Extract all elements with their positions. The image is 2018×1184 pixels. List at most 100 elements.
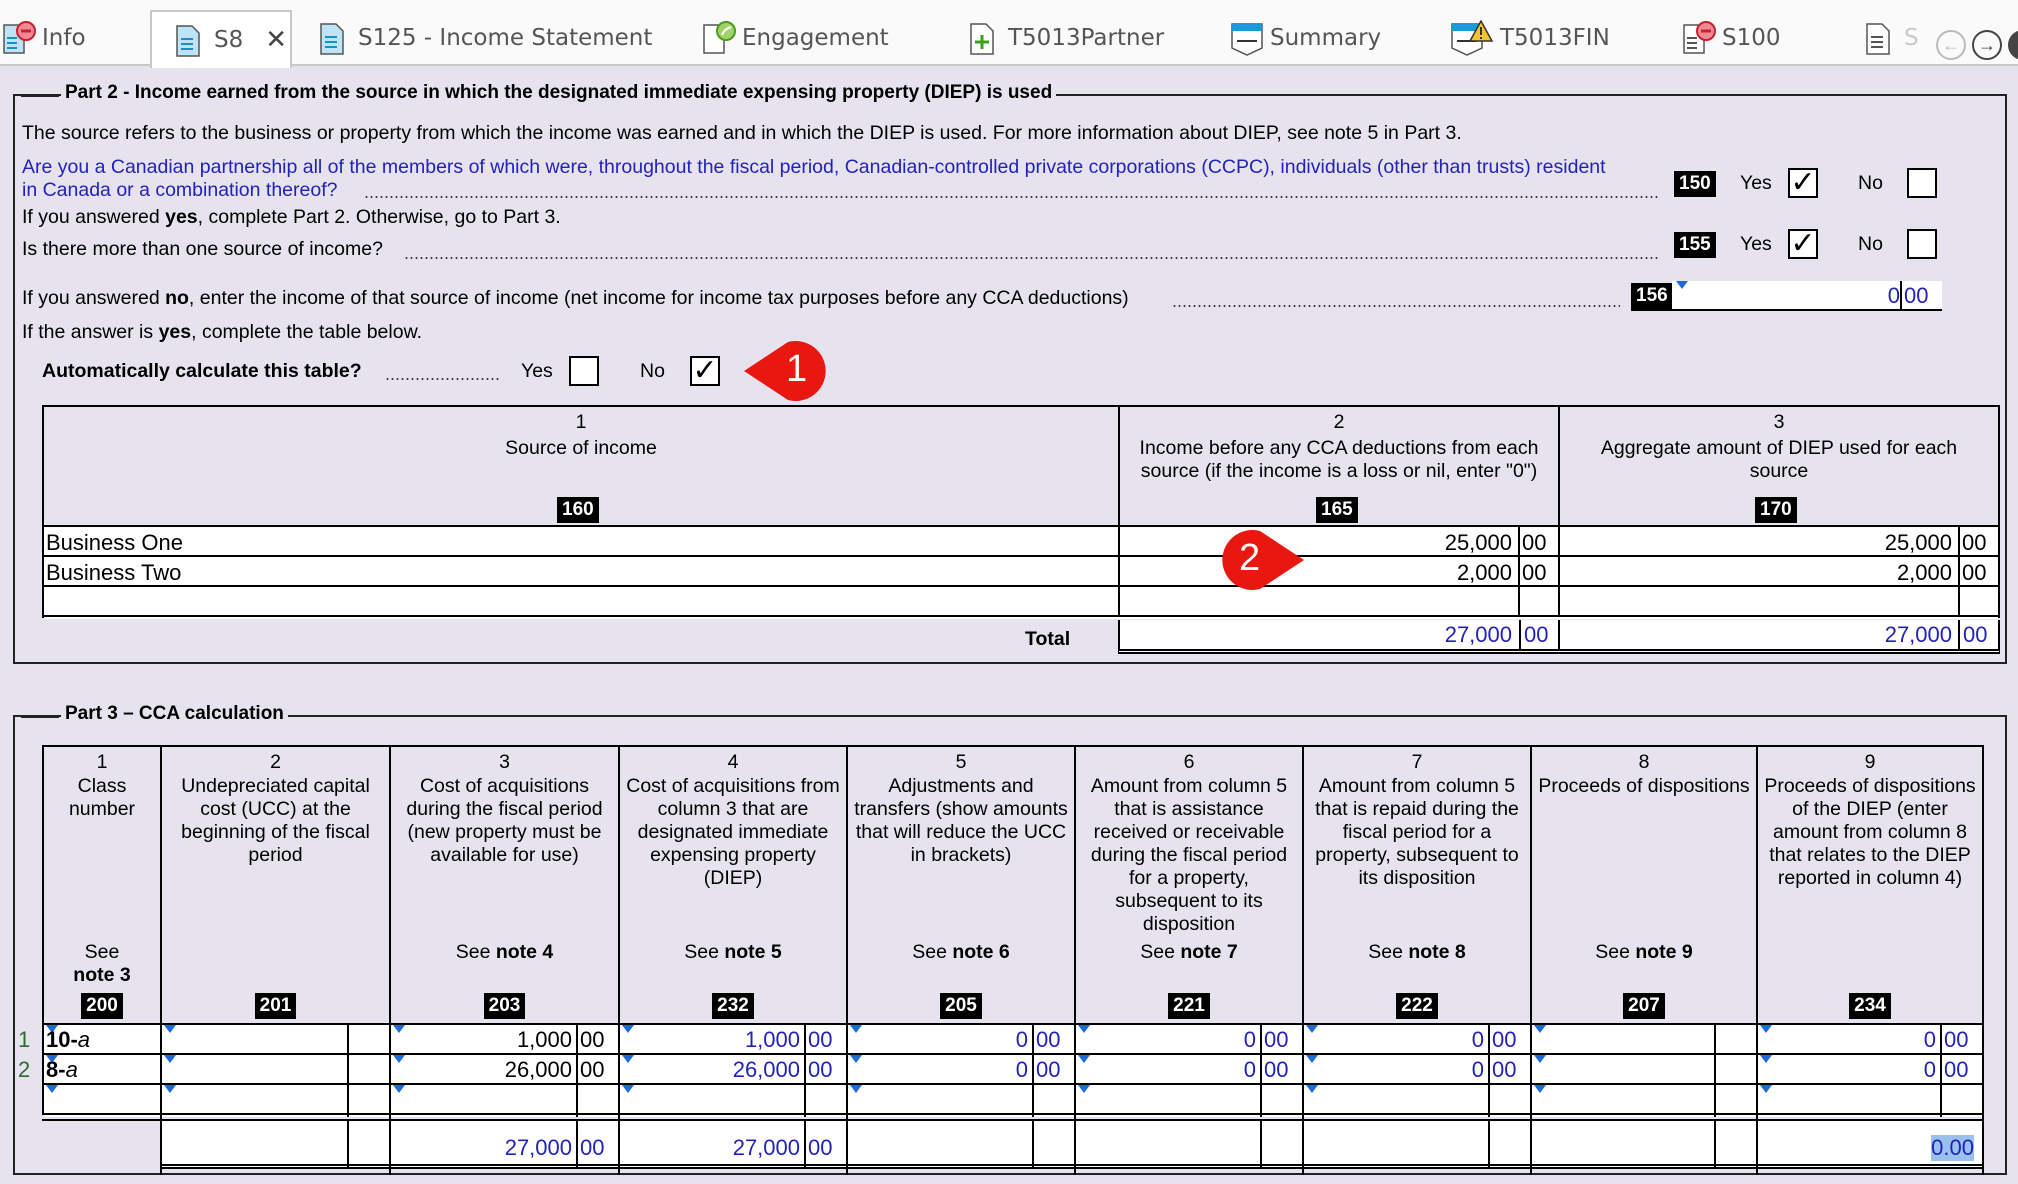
source-name-input[interactable]: Business One xyxy=(46,530,183,556)
cca-cell-col9[interactable]: 0 00 xyxy=(1758,1055,1982,1083)
tab-label: S xyxy=(1904,25,1919,51)
part3-title: Part 3 – CCA calculation xyxy=(21,703,288,725)
total-income-cents: 00 xyxy=(1524,622,1549,647)
cell-divider xyxy=(1558,527,1560,557)
col3-code-wrap: 203 xyxy=(391,993,618,1019)
col4-title: Cost of acquisitions from column 3 that … xyxy=(626,775,840,889)
document-icon xyxy=(174,22,208,58)
tab-s100[interactable]: S100 xyxy=(1682,10,1781,66)
total-amount-value: 27,000 xyxy=(504,1135,572,1160)
autocalc-yes-checkbox[interactable] xyxy=(569,356,599,386)
cents-value: 00 xyxy=(1944,1057,1969,1082)
col4-number: 4 xyxy=(727,751,739,773)
col6-title: Amount from column 5 that is assistance … xyxy=(1090,775,1288,935)
col5-note: See note 6 xyxy=(912,941,1010,963)
tab-label: Info xyxy=(42,25,86,51)
cca-cell-col5[interactable]: 0 00 xyxy=(848,1025,1074,1053)
cca-cell-col3[interactable]: 26,000 00 xyxy=(391,1055,618,1083)
col3-title: Aggregate amount of DIEP used for each s… xyxy=(1600,437,1958,482)
cca-cell-col3[interactable]: 1,000 00 xyxy=(391,1025,618,1053)
tab-t5013partner[interactable]: T5013Partner xyxy=(968,10,1164,66)
cca-cell-col6[interactable]: 0 00 xyxy=(1076,1025,1302,1053)
cca-cell-col8[interactable] xyxy=(1532,1055,1756,1083)
q155-no-checkbox[interactable] xyxy=(1907,229,1937,259)
source-income-row: Business Two 2,000 00 2,000 00 xyxy=(42,557,2000,587)
amount-value: 26,000 xyxy=(504,1057,572,1082)
tab-engagement[interactable]: Engagement xyxy=(702,10,889,66)
total-cell-col9: 0.00 xyxy=(1758,1121,1982,1169)
tab-summary[interactable]: Summary xyxy=(1230,10,1381,66)
part2-intro: The source refers to the business or pro… xyxy=(22,122,1462,144)
amount-value: 0 xyxy=(1015,1027,1028,1052)
diep-input[interactable]: 2,000 xyxy=(1897,560,1952,586)
field-code-200: 200 xyxy=(81,993,123,1019)
cca-cell-col2[interactable] xyxy=(162,1055,389,1083)
field-code-155: 155 xyxy=(1674,232,1716,258)
income-input[interactable]: 25,000 xyxy=(1445,530,1512,556)
col8-number: 8 xyxy=(1638,751,1650,773)
dropdown-marker-icon xyxy=(1078,1025,1090,1033)
dropdown-marker-icon xyxy=(1078,1055,1090,1063)
diep-input[interactable]: 25,000 xyxy=(1885,530,1952,556)
dropdown-marker-icon xyxy=(1306,1085,1318,1093)
autocalc-no-checkbox[interactable]: ✓ xyxy=(690,356,720,386)
tab-s8[interactable]: S8 ✕ xyxy=(150,10,292,68)
field-code-221: 221 xyxy=(1168,993,1210,1019)
dropdown-marker-icon xyxy=(1760,1085,1772,1093)
tab-info[interactable]: Info xyxy=(2,10,86,66)
cents-divider xyxy=(1260,1055,1262,1083)
tab-label: T5013Partner xyxy=(1008,25,1165,51)
cca-cell-col6[interactable]: 0 00 xyxy=(1076,1055,1302,1083)
more-tabs-icon[interactable] xyxy=(2008,30,2018,60)
tab-s-truncated[interactable]: S xyxy=(1864,10,1919,66)
col2-number: 2 xyxy=(1333,411,1345,433)
dropdown-marker-icon xyxy=(850,1085,862,1093)
source-income-row xyxy=(42,587,2000,619)
cca-cell-col2[interactable] xyxy=(162,1025,389,1053)
tab-bar: Info S8 ✕ S125 - Income Statement Engage… xyxy=(0,0,2018,68)
field-code-205: 205 xyxy=(940,993,982,1019)
source-name-input[interactable]: Business Two xyxy=(46,560,181,586)
q155-yes-checkbox[interactable]: ✓ xyxy=(1788,229,1818,259)
q156-text: If you answered no, enter the income of … xyxy=(22,287,1129,309)
cents-value: 00 xyxy=(1264,1027,1289,1052)
dropdown-marker-icon xyxy=(1760,1025,1772,1033)
total-cell-col6 xyxy=(1076,1121,1302,1169)
total-cents-value: 00 xyxy=(808,1135,833,1160)
dropdown-marker-icon xyxy=(393,1055,405,1063)
total-col9-value[interactable]: 0.00 xyxy=(1931,1135,1974,1161)
col5-title: Adjustments and transfers (show amounts … xyxy=(854,775,1068,866)
cents-divider xyxy=(1714,1121,1716,1169)
income-input[interactable]: 2,000 xyxy=(1457,560,1512,586)
cca-cell-col1[interactable]: 8-a xyxy=(44,1055,160,1083)
q150-yes-checkbox[interactable]: ✓ xyxy=(1788,168,1818,198)
cents-value: 00 xyxy=(808,1057,833,1082)
cents-value: 00 xyxy=(1036,1057,1061,1082)
cca-cell-col1[interactable]: 10-a xyxy=(44,1025,160,1053)
tab-s125[interactable]: S125 - Income Statement xyxy=(318,10,652,66)
cca-cell-col8[interactable] xyxy=(1532,1025,1756,1053)
cca-cell-col9[interactable]: 0 00 xyxy=(1758,1025,1982,1053)
cca-cell-col5[interactable]: 0 00 xyxy=(848,1055,1074,1083)
scroll-tabs-left-button[interactable]: ← xyxy=(1936,30,1966,60)
cca-cell-col7[interactable]: 0 00 xyxy=(1304,1025,1530,1053)
cents-value: 00 xyxy=(580,1057,605,1082)
q150-no-checkbox[interactable] xyxy=(1907,168,1937,198)
cents-divider xyxy=(1518,587,1520,617)
cca-cell-col7[interactable]: 0 00 xyxy=(1304,1055,1530,1083)
scroll-tabs-right-button[interactable]: → xyxy=(1972,30,2002,60)
row-number: 1 xyxy=(18,1027,31,1052)
close-tab-icon[interactable]: ✕ xyxy=(265,25,287,55)
cca-cell-col4[interactable]: 26,000 00 xyxy=(620,1055,846,1083)
dropdown-marker-icon xyxy=(1534,1055,1546,1063)
tab-t5013fin[interactable]: T5013FIN xyxy=(1450,10,1610,66)
cents-divider xyxy=(576,1055,578,1083)
cca-cell-col4[interactable]: 1,000 00 xyxy=(620,1025,846,1053)
col6-note: See note 7 xyxy=(1140,941,1238,963)
cents-value: 00 xyxy=(808,1027,833,1052)
q156-income-input[interactable]: 0 00 xyxy=(1672,281,1942,311)
col7-code-wrap: 222 xyxy=(1304,993,1530,1019)
amount-value: 0 xyxy=(1243,1057,1256,1082)
document-add-icon xyxy=(968,20,1002,56)
field-code-165: 165 xyxy=(1316,497,1358,523)
